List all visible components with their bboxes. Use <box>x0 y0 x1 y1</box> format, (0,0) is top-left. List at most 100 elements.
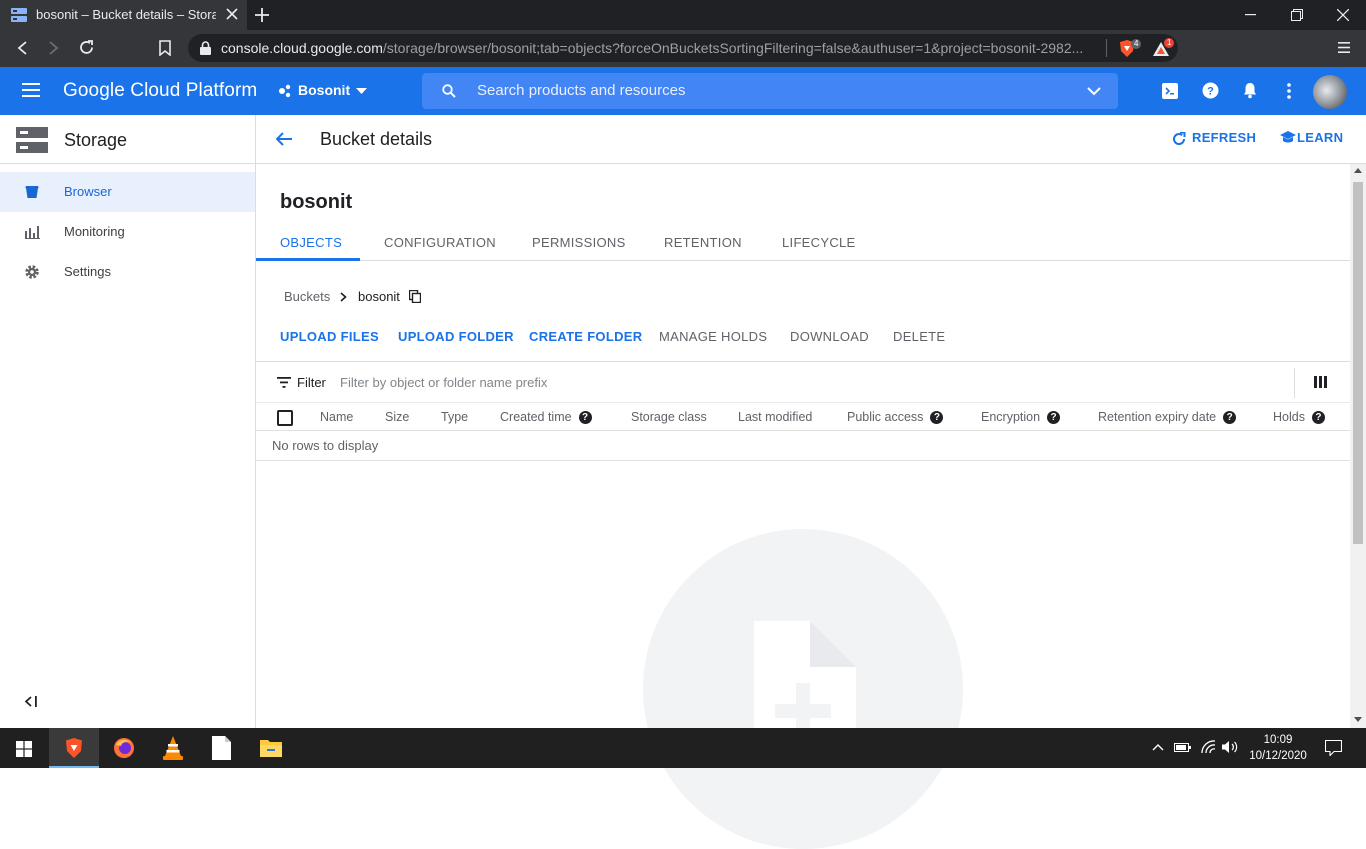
back-arrow-icon[interactable] <box>276 132 292 146</box>
minimize-icon[interactable] <box>1245 14 1256 16</box>
window-close-icon[interactable] <box>1337 9 1349 21</box>
battery-icon[interactable] <box>1174 741 1191 753</box>
manage-holds-button[interactable]: MANAGE HOLDS <box>659 329 767 344</box>
select-all-checkbox[interactable] <box>277 410 293 426</box>
bucket-tabs: OBJECTS CONFIGURATION PERMISSIONS RETENT… <box>256 227 1350 261</box>
reload-icon[interactable] <box>79 40 94 55</box>
scroll-up-icon[interactable] <box>1354 168 1362 173</box>
column-storage-class[interactable]: Storage class <box>631 410 707 424</box>
column-name[interactable]: Name <box>320 410 353 424</box>
delete-button[interactable]: DELETE <box>893 329 945 344</box>
notifications-icon[interactable] <box>1243 82 1257 99</box>
help-icon[interactable]: ? <box>1047 411 1061 425</box>
vlc-app-icon[interactable] <box>162 736 184 760</box>
taskbar-brave-app[interactable] <box>49 728 99 768</box>
scrollbar-thumb[interactable] <box>1353 182 1363 544</box>
scroll-down-icon[interactable] <box>1354 717 1362 722</box>
sidebar-item-label: Browser <box>64 184 112 199</box>
url-host: console.cloud.google.com <box>221 40 383 56</box>
back-icon[interactable] <box>16 41 28 55</box>
windows-start-icon[interactable] <box>16 741 32 757</box>
file-app-icon[interactable] <box>212 736 231 760</box>
upload-files-button[interactable]: UPLOAD FILES <box>280 329 379 344</box>
breadcrumb-buckets[interactable]: Buckets <box>284 289 330 304</box>
scrollbar[interactable] <box>1350 164 1366 728</box>
sidebar: Storage Browser Monitoring Settings <box>0 115 256 728</box>
column-public-access[interactable]: Public access? <box>847 410 944 425</box>
taskbar-clock[interactable]: 10:09 10/12/2020 <box>1248 732 1308 764</box>
column-display-icon[interactable] <box>1314 376 1327 388</box>
column-type[interactable]: Type <box>441 410 468 424</box>
bookmark-icon[interactable] <box>159 40 171 56</box>
more-options-icon[interactable] <box>1287 83 1291 99</box>
help-icon[interactable]: ? <box>1202 82 1219 99</box>
avatar[interactable] <box>1313 75 1347 109</box>
sidebar-divider <box>0 163 255 164</box>
learn-icon[interactable] <box>1280 131 1296 144</box>
column-created-time[interactable]: Created time? <box>500 410 592 425</box>
column-last-modified[interactable]: Last modified <box>738 410 812 424</box>
clock-date: 10/12/2020 <box>1249 750 1307 762</box>
column-encryption[interactable]: Encryption? <box>981 410 1061 425</box>
tab-retention[interactable]: RETENTION <box>664 235 742 250</box>
project-selector[interactable]: Bosonit <box>298 82 350 98</box>
file-explorer-icon[interactable] <box>260 738 282 757</box>
active-tab-indicator <box>256 258 360 261</box>
table-divider <box>256 460 1350 461</box>
search-bar[interactable]: Search products and resources <box>422 73 1118 109</box>
hamburger-menu-icon[interactable] <box>22 83 40 97</box>
tab-configuration[interactable]: CONFIGURATION <box>384 235 496 250</box>
help-icon[interactable]: ? <box>1223 411 1237 425</box>
help-icon[interactable]: ? <box>578 411 592 425</box>
restore-icon[interactable] <box>1291 9 1303 21</box>
page-header: Bucket details REFRESH LEARN <box>256 115 1366 164</box>
sidebar-title: Storage <box>64 130 128 150</box>
sidebar-item-monitoring[interactable]: Monitoring <box>0 212 255 252</box>
collapse-sidebar-icon[interactable] <box>25 696 37 707</box>
browser-toolbar: console.cloud.google.com/storage/browser… <box>0 30 1366 67</box>
close-tab-icon[interactable] <box>226 8 238 20</box>
column-holds[interactable]: Holds? <box>1273 410 1325 425</box>
search-expand-icon[interactable] <box>1087 87 1101 96</box>
help-icon[interactable]: ? <box>930 411 944 425</box>
copy-icon[interactable] <box>409 290 421 303</box>
gcp-favicon-icon <box>11 8 27 22</box>
column-retention-expiry-date[interactable]: Retention expiry date? <box>1098 410 1237 425</box>
tab-title: bosonit – Bucket details – Storage <box>36 7 216 22</box>
refresh-icon[interactable] <box>1172 132 1186 146</box>
monitoring-icon <box>25 225 40 239</box>
browser-menu-icon[interactable] <box>1338 41 1350 54</box>
volume-icon[interactable] <box>1222 740 1238 754</box>
column-size[interactable]: Size <box>385 410 409 424</box>
action-center-icon[interactable] <box>1325 740 1342 756</box>
show-hidden-icons-icon[interactable] <box>1152 743 1164 751</box>
refresh-button[interactable]: REFRESH <box>1192 130 1256 145</box>
browser-tab[interactable]: bosonit – Bucket details – Storage <box>0 0 247 30</box>
sidebar-item-settings[interactable]: Settings <box>0 252 255 292</box>
tab-lifecycle[interactable]: LIFECYCLE <box>782 235 856 250</box>
learn-button[interactable]: LEARN <box>1297 130 1343 145</box>
create-folder-button[interactable]: CREATE FOLDER <box>529 329 642 344</box>
url-path: /storage/browser/bosonit;tab=objects?for… <box>382 40 1084 56</box>
tab-permissions[interactable]: PERMISSIONS <box>532 235 626 250</box>
wifi-icon[interactable] <box>1200 740 1216 754</box>
download-button[interactable]: DOWNLOAD <box>790 329 869 344</box>
gcp-brand[interactable]: Google Cloud Platform <box>63 80 257 102</box>
tab-objects[interactable]: OBJECTS <box>280 235 342 250</box>
search-input[interactable]: Search products and resources <box>477 82 685 99</box>
sidebar-item-label: Settings <box>64 264 111 279</box>
new-tab-icon[interactable] <box>255 8 269 22</box>
main-content: Bucket details REFRESH LEARN bosonit OBJ… <box>256 115 1366 849</box>
project-dropdown-icon[interactable] <box>356 88 367 94</box>
filter-divider <box>1294 368 1295 398</box>
address-bar[interactable]: console.cloud.google.com/storage/browser… <box>188 34 1178 62</box>
sidebar-item-browser[interactable]: Browser <box>0 172 255 212</box>
forward-icon[interactable] <box>48 41 60 55</box>
filter-input[interactable]: Filter by object or folder name prefix <box>340 375 547 390</box>
cloud-shell-icon[interactable] <box>1162 83 1178 99</box>
empty-state-illustration <box>643 529 963 849</box>
upload-folder-button[interactable]: UPLOAD FOLDER <box>398 329 514 344</box>
lock-icon[interactable] <box>200 41 211 55</box>
help-icon[interactable]: ? <box>1311 411 1325 425</box>
firefox-app-icon[interactable] <box>113 737 135 759</box>
